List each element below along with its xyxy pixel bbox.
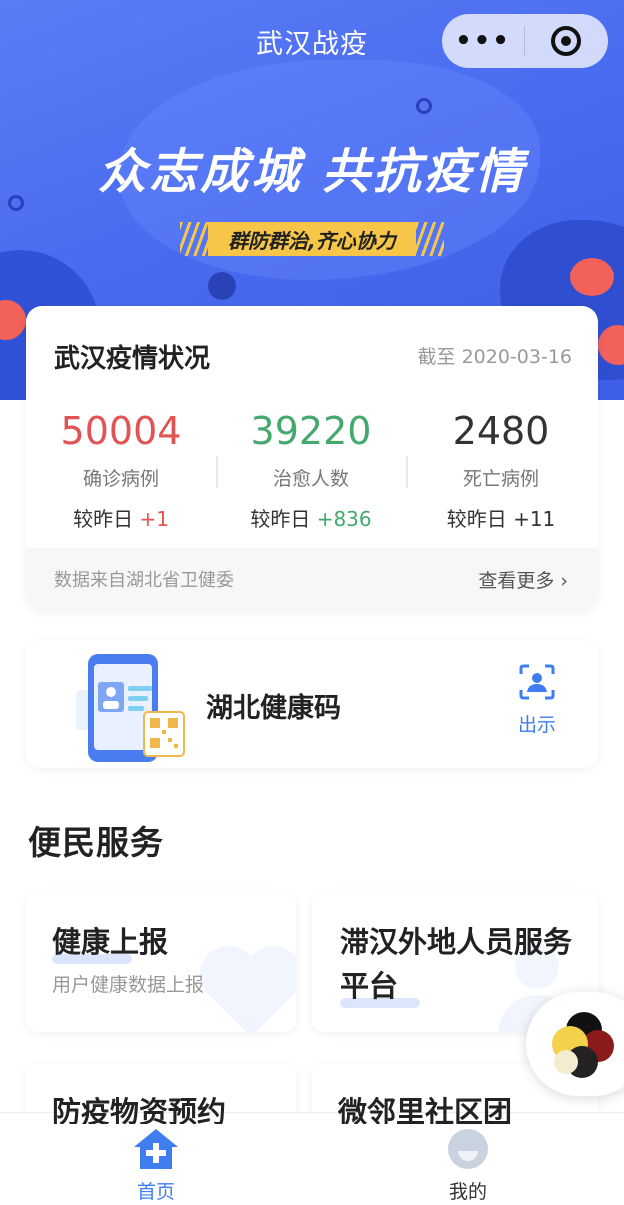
service-title: 防疫物资预约 xyxy=(52,1095,227,1124)
close-button[interactable] xyxy=(525,26,607,56)
delta-prefix: 较昨日 xyxy=(250,507,317,531)
close-target-icon xyxy=(551,26,581,56)
show-code-label: 出示 xyxy=(517,714,556,736)
decor-dot xyxy=(208,272,236,300)
delta-value: +836 xyxy=(316,507,372,531)
stat-cured: 39220 治愈人数 较昨日 +836 xyxy=(216,404,406,532)
service-title: 健康上报 xyxy=(52,925,169,959)
stat-label: 确诊病例 xyxy=(82,468,159,490)
mini-program-capsule: ••• xyxy=(442,14,608,68)
health-code-title: 湖北健康码 xyxy=(206,693,341,724)
tab-home[interactable]: 首页 xyxy=(0,1113,312,1205)
status-date: 截至 2020-03-16 xyxy=(417,346,572,368)
more-menu-button[interactable]: ••• xyxy=(442,26,524,56)
stat-label: 死亡病例 xyxy=(462,468,539,490)
delta-prefix: 较昨日 xyxy=(446,507,514,531)
stripe-decoration xyxy=(416,222,444,256)
tab-me-label: 我的 xyxy=(448,1181,487,1203)
heart-pulse-icon xyxy=(200,945,296,1032)
service-title: 微邻里社区团 xyxy=(338,1095,513,1124)
service-desc: 用户健康数据上报 xyxy=(52,974,205,996)
stat-value: 50004 xyxy=(60,409,182,453)
delta-prefix: 较昨日 xyxy=(73,507,140,531)
chevron-right-icon: › xyxy=(560,569,568,592)
stat-delta: 较昨日 +11 xyxy=(406,503,596,532)
tab-home-label: 首页 xyxy=(136,1181,175,1203)
epidemic-status-card: 武汉疫情状况 截至 2020-03-16 50004 确诊病例 较昨日 +1 3… xyxy=(26,306,598,610)
stats-row: 50004 确诊病例 较昨日 +1 39220 治愈人数 较昨日 +836 24… xyxy=(26,404,598,532)
scan-person-icon xyxy=(519,664,555,700)
stat-value: 39220 xyxy=(250,409,372,453)
stat-deaths: 2480 死亡病例 较昨日 +11 xyxy=(406,404,596,532)
service-title: 滞汉外地人员服务平台 xyxy=(340,925,573,1003)
home-icon xyxy=(134,1129,178,1169)
tab-bar: 首页 我的 xyxy=(0,1112,624,1205)
service-health-report[interactable]: 健康上报 用户健康数据上报 xyxy=(26,892,296,1032)
delta-value: +1 xyxy=(139,507,169,531)
decor-ring xyxy=(416,98,432,114)
banner-sub-slogan: 群防群治,齐心协力 xyxy=(180,220,444,258)
phone-qr-illustration xyxy=(76,654,185,762)
show-code-button[interactable]: 出示 xyxy=(512,664,562,737)
stat-label: 治愈人数 xyxy=(272,468,349,490)
tab-me[interactable]: 我的 xyxy=(312,1113,624,1205)
health-code-card[interactable]: 湖北健康码 出示 xyxy=(26,640,598,768)
view-more-link[interactable]: 查看更多 › xyxy=(478,566,568,593)
avatar-icon xyxy=(448,1129,488,1169)
status-card-footer: 数据来自湖北省卫健委 查看更多 › xyxy=(26,548,598,610)
delta-value: +11 xyxy=(513,507,556,531)
view-more-label: 查看更多 xyxy=(478,569,555,592)
sub-slogan-text: 群防群治,齐心协力 xyxy=(208,222,416,256)
stripe-decoration xyxy=(180,222,208,256)
stat-delta: 较昨日 +1 xyxy=(26,503,216,532)
stat-confirmed: 50004 确诊病例 较昨日 +1 xyxy=(26,404,216,532)
status-card-title: 武汉疫情状况 xyxy=(54,344,211,374)
banner-slogan: 众志成城 共抗疫情 xyxy=(98,144,526,200)
stat-delta: 较昨日 +836 xyxy=(216,503,406,532)
decor-dot xyxy=(570,258,614,296)
data-source: 数据来自湖北省卫健委 xyxy=(54,570,234,591)
services-section-title: 便民服务 xyxy=(28,823,164,862)
stat-value: 2480 xyxy=(452,409,550,453)
colorful-circles-icon xyxy=(552,1012,614,1078)
